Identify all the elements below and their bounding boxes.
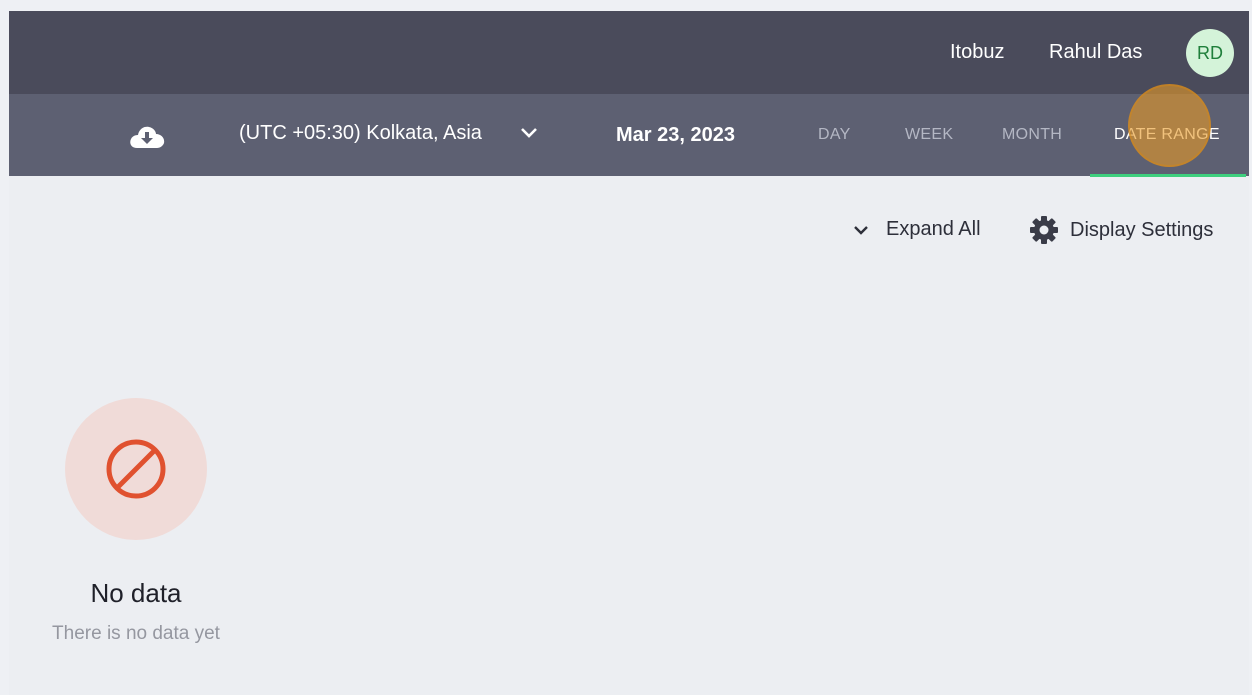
tab-date-range[interactable]: DATE RANGE: [1114, 126, 1220, 144]
cloud-download-icon: [130, 126, 165, 148]
expand-all-button[interactable]: Expand All: [852, 218, 981, 241]
app-window: Itobuz Rahul Das RD (UTC +05:30) Kolkata…: [9, 11, 1249, 695]
timezone-dropdown-button[interactable]: [519, 125, 539, 146]
chevron-down-icon: [854, 225, 868, 235]
date-toolbar: (UTC +05:30) Kolkata, Asia Mar 23, 2023 …: [9, 94, 1249, 176]
empty-state-title: No data: [90, 578, 182, 608]
tab-month[interactable]: MONTH: [1002, 126, 1062, 144]
tab-week[interactable]: WEEK: [905, 126, 953, 144]
display-settings-label: Display Settings: [1070, 218, 1214, 241]
organization-name[interactable]: Itobuz: [950, 41, 1004, 64]
user-avatar[interactable]: RD: [1186, 29, 1234, 77]
no-entry-icon: [106, 439, 166, 499]
top-header: Itobuz Rahul Das RD: [9, 11, 1249, 94]
display-settings-button[interactable]: Display Settings: [1028, 214, 1213, 246]
user-name[interactable]: Rahul Das: [1049, 41, 1142, 64]
tab-day[interactable]: DAY: [818, 126, 851, 144]
date-picker[interactable]: Mar 23, 2023: [616, 124, 735, 147]
empty-state-subtitle: There is no data yet: [52, 623, 220, 644]
download-button[interactable]: [127, 122, 169, 152]
timezone-selector[interactable]: (UTC +05:30) Kolkata, Asia: [239, 122, 482, 145]
expand-all-label: Expand All: [886, 218, 981, 240]
active-tab-indicator: [1090, 174, 1246, 177]
chevron-down-icon: [521, 128, 537, 138]
empty-state-badge: [65, 398, 207, 540]
gear-icon: [1030, 216, 1058, 244]
